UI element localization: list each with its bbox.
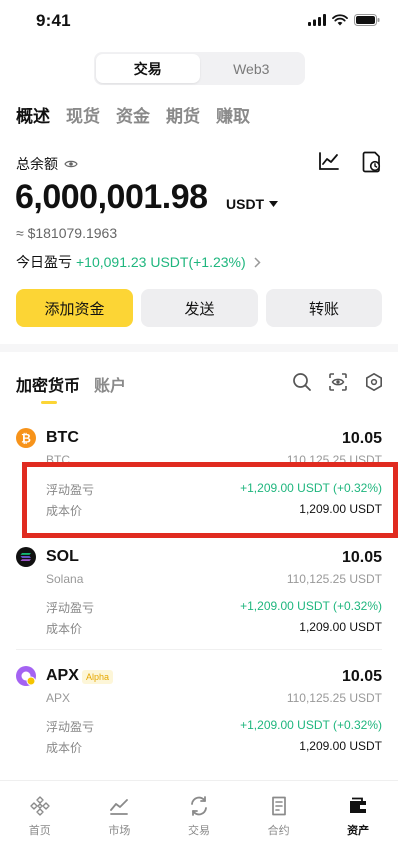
caret-down-icon [269,201,279,207]
balance-label: 总余额 [16,156,58,172]
nav-futures[interactable]: 合约 [239,781,319,850]
balance-tools [318,151,382,173]
cost-price-label: 成本价 [46,741,83,755]
send-button[interactable]: 发送 [141,289,258,327]
coin-symbol: BTC [46,429,79,446]
floating-pnl-value: +1,209.00 USDT (+0.32%) [240,718,382,732]
nav-label: 市场 [108,825,131,837]
active-tab-indicator [41,401,57,404]
today-pnl-label: 今日盈亏 [16,254,72,270]
today-pnl-row[interactable]: 今日盈亏 +10,091.23 USDT(+1.23%) [16,252,261,272]
status-icons [308,14,380,26]
trade-web3-switch: 交易 Web3 [94,52,305,85]
wallet-icon [350,797,367,813]
asset-section-tabs: 概述 现货 资金 期货 赚取 [16,102,250,127]
wifi-icon [332,14,348,26]
tab-funding[interactable]: 资金 [116,102,150,127]
nav-label: 资产 [347,825,370,837]
list-item[interactable]: SOL 10.05 Solana 110,125.25 USDT 浮动盈亏 +1… [0,544,398,664]
chart-trend-icon[interactable] [318,151,340,171]
currency-label: USDT [226,196,265,212]
coin-symbol: SOL [46,548,79,565]
nav-home[interactable]: 首页 [0,781,80,850]
chevron-right-icon [254,256,261,268]
balance-usd-equivalent: ≈ $181079.1963 [16,225,118,241]
tab-futures[interactable]: 期货 [166,102,200,127]
contract-document-icon [271,796,286,816]
svg-text:₿: ₿ [21,432,31,446]
cost-price-label: 成本价 [46,622,83,636]
floating-pnl-value: +1,209.00 USDT (+0.32%) [240,599,382,613]
cost-price-value: 1,209.00 USDT [299,620,382,634]
coin-quantity: 10.05 [341,549,382,566]
settings-hexagon-icon[interactable] [364,372,384,392]
hide-small-assets-icon[interactable] [328,372,348,392]
nav-trade[interactable]: 交易 [159,781,239,850]
coin-symbol: APX [46,667,79,684]
nav-label: 首页 [28,825,51,837]
coin-quantity: 10.05 [341,430,382,447]
segment-trade[interactable]: 交易 [96,54,200,83]
market-chart-icon [110,799,129,815]
coin-quantity: 10.05 [341,668,382,685]
total-balance-amount: 6,000,001.98 [15,178,208,216]
nav-assets[interactable]: 资产 [318,781,398,850]
floating-pnl-label: 浮动盈亏 [46,601,95,615]
alpha-badge: Alpha [82,670,114,684]
floating-pnl-label: 浮动盈亏 [46,720,95,734]
battery-icon [354,14,380,26]
status-bar: 9:41 [0,0,398,44]
nav-label: 交易 [187,825,210,837]
add-funds-button[interactable]: 添加资金 [16,289,133,327]
trade-exchange-icon [191,796,207,816]
status-time: 9:41 [36,11,71,30]
eye-icon[interactable] [64,159,78,169]
tab-crypto[interactable]: 加密货币 [16,372,80,396]
asset-list-tools [292,372,384,392]
tab-account[interactable]: 账户 [94,372,126,396]
row-divider [16,649,382,650]
signal-icon [308,14,326,26]
nav-label: 合约 [267,825,290,837]
sol-icon [16,547,36,567]
coin-value: 110,125.25 USDT [286,691,382,705]
asset-type-tabs: 加密货币 账户 [16,372,126,396]
tab-earn[interactable]: 赚取 [216,102,250,127]
currency-selector[interactable]: USDT [226,196,279,212]
highlight-annotation-box [22,462,398,538]
btc-icon: ₿ [16,428,36,448]
cost-price-value: 1,209.00 USDT [299,739,382,753]
balance-label-row: 总余额 [16,154,78,174]
list-item[interactable]: APX Alpha 10.05 APX 110,125.25 USDT 浮动盈亏… [0,663,398,773]
nav-market[interactable]: 市场 [80,781,160,850]
tab-spot[interactable]: 现货 [66,102,100,127]
today-pnl-value: +10,091.23 USDT(+1.23%) [76,254,246,270]
home-diamond-icon [30,796,50,816]
bottom-navigation: 首页 市场 交易 合约 资产 [0,780,398,850]
tab-overview[interactable]: 概述 [16,102,50,127]
coin-name: APX [46,691,71,705]
history-document-icon[interactable] [362,151,382,173]
search-icon[interactable] [292,372,312,392]
apx-icon [16,666,36,686]
coin-value: 110,125.25 USDT [286,572,382,586]
transfer-button[interactable]: 转账 [266,289,382,327]
coin-name: Solana [46,572,84,586]
segment-web3[interactable]: Web3 [200,54,304,83]
section-divider [0,344,398,352]
